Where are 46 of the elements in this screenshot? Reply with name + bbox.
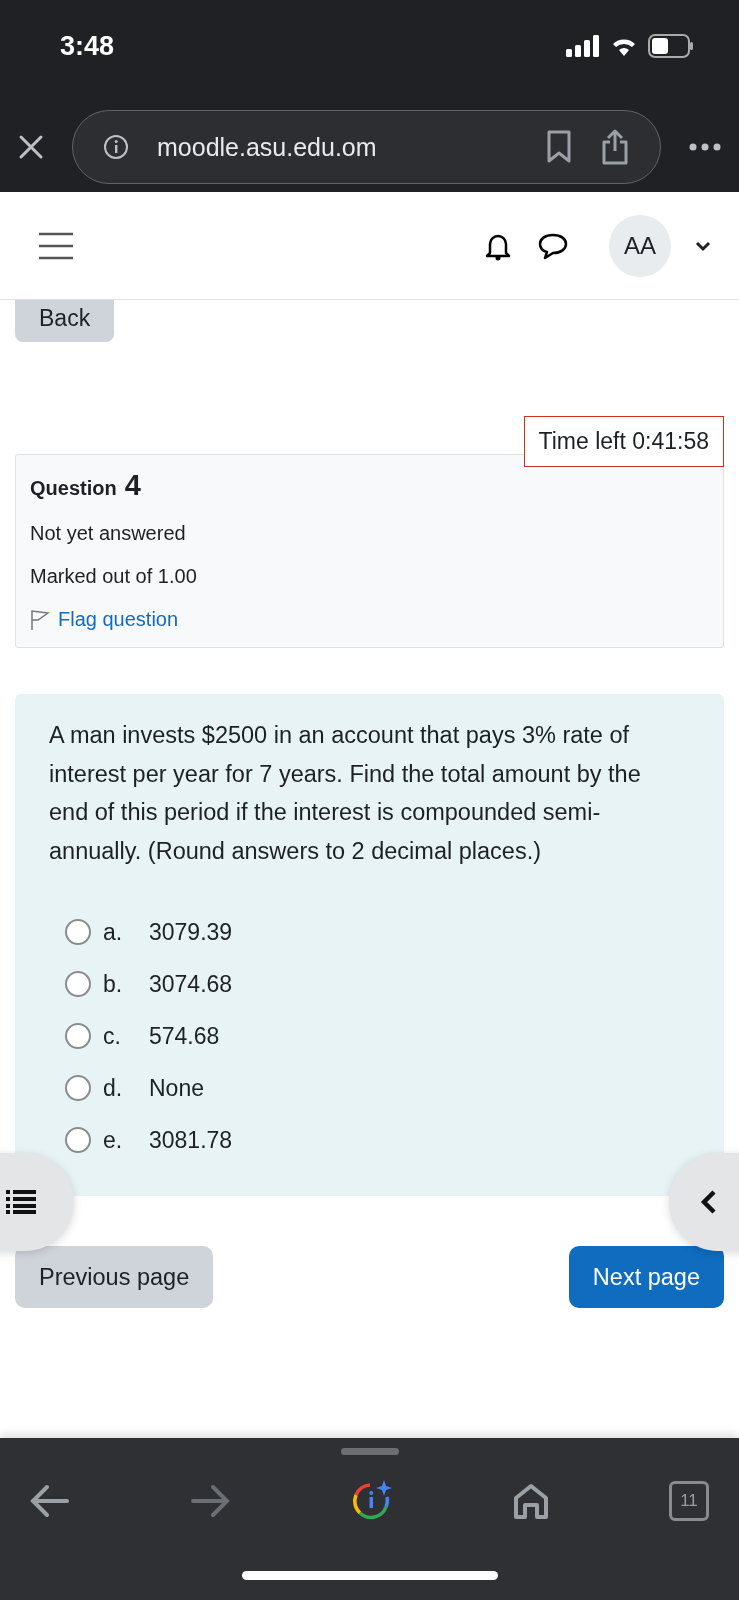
sheet-handle[interactable] [340,1448,399,1455]
user-avatar[interactable]: AA [609,214,671,277]
close-icon[interactable] [18,134,44,160]
answer-state: Not yet answered [30,522,187,545]
option-answer: 3074.68 [149,970,233,998]
share-icon[interactable] [600,129,630,165]
previous-page-button[interactable]: Previous page [15,1246,214,1308]
option-answer: 574.68 [149,1022,220,1050]
back-button[interactable]: Back [15,300,115,342]
home-icon[interactable] [513,1483,550,1519]
battery-icon [648,34,694,58]
chat-icon[interactable] [537,231,569,260]
url-text: moodle.asu.edu.om [157,132,378,162]
option-letter: b. [103,970,124,998]
radio-button[interactable] [65,971,91,997]
forward-arrow-icon[interactable] [189,1484,230,1518]
option-letter: a. [103,918,124,946]
question-text: A man invests $2500 in an account that pays 3% rate of interest per year for 7 years. Find the total amount by the end of this period if the interest is compounded semi-annually. (Round answers to 2 decimal places.) [49,721,642,866]
back-arrow-icon[interactable] [30,1484,70,1518]
flag-icon [30,608,50,631]
flag-question-link[interactable]: Flag question [30,608,709,631]
chevron-left-icon [699,1189,717,1215]
option-answer: 3081.78 [149,1126,233,1154]
more-icon[interactable] [689,143,721,151]
option-letter: c. [103,1022,122,1050]
option-answer: None [149,1074,204,1102]
signal-icon [566,35,600,57]
marks-text: Marked out of 1.00 [30,565,198,588]
option-letter: d. [103,1074,124,1102]
bookmark-icon[interactable] [546,130,572,164]
chevron-down-icon[interactable] [695,239,711,252]
status-time: 3:48 [60,30,115,62]
radio-button[interactable] [65,1023,91,1049]
tab-count[interactable]: 11 [669,1481,709,1521]
option-answer: 3079.39 [149,918,233,946]
info-icon[interactable] [103,134,129,160]
option-letter: e. [103,1126,124,1154]
radio-button[interactable] [65,1127,91,1153]
question-title: Question 4 [30,469,142,502]
radio-button[interactable] [65,1075,91,1101]
list-icon [6,1190,36,1214]
address-bar[interactable]: moodle.asu.edu.om [72,110,661,184]
radio-button[interactable] [65,919,91,945]
time-left: Time left 0:41:58 [523,416,724,467]
menu-icon[interactable] [38,231,74,260]
next-page-button[interactable]: Next page [568,1246,724,1308]
